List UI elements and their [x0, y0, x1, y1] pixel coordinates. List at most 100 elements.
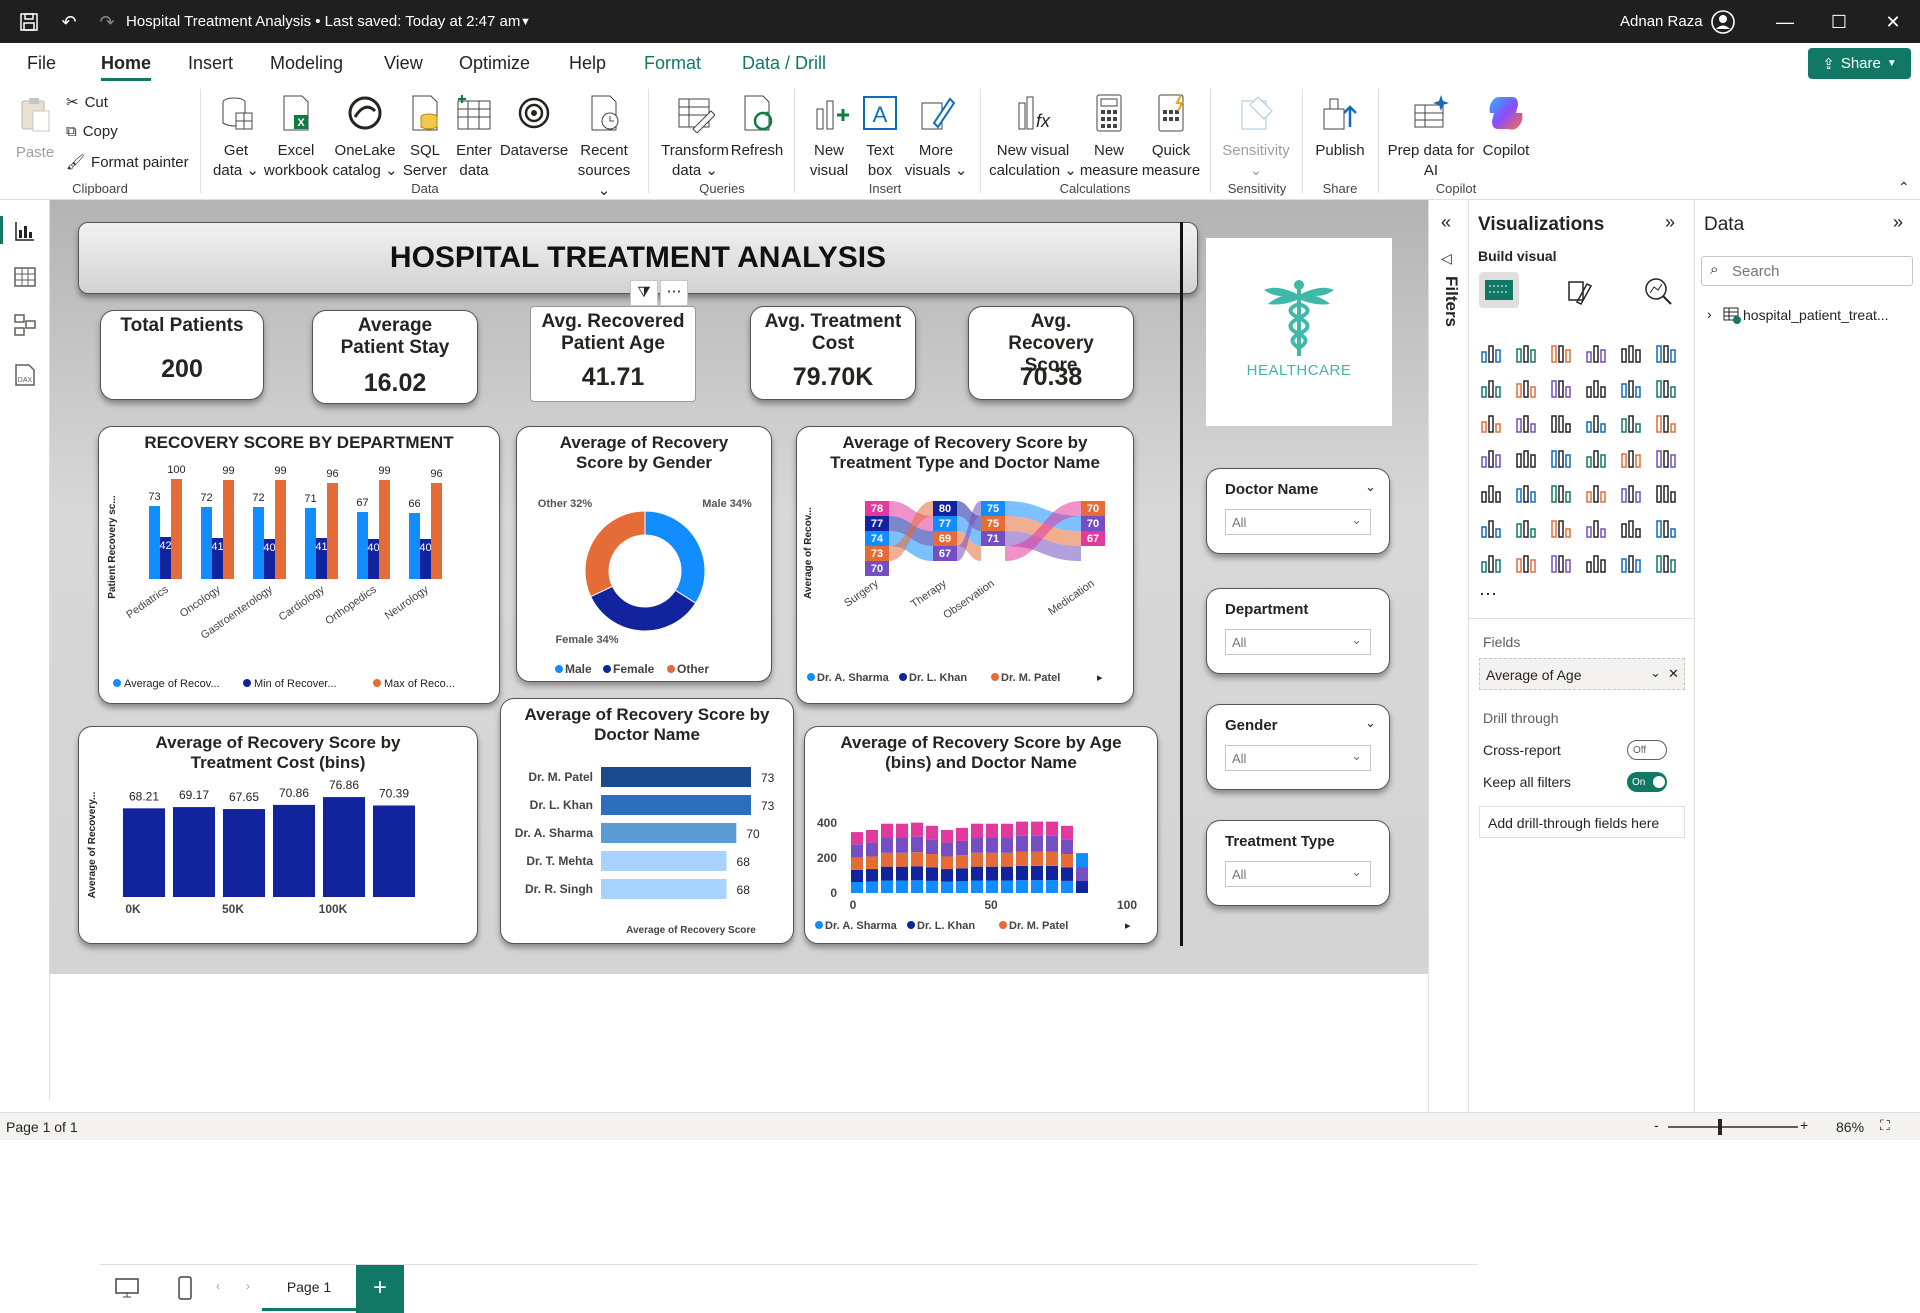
onelake-catalog-button[interactable]: OneLake catalog ⌄ [332, 93, 398, 181]
excel-workbook-button[interactable]: X Excel workbook [262, 93, 330, 181]
new-visual-calculation-button[interactable]: fx New visual calculation ⌄ [988, 93, 1078, 181]
visual-type-icon[interactable] [1549, 445, 1573, 469]
visual-type-icon[interactable] [1584, 410, 1608, 434]
kpi-average-patient-stay[interactable]: Average Patient Stay 16.02 [312, 310, 478, 404]
visual-type-icon[interactable] [1479, 515, 1503, 539]
format-painter-button[interactable]: 🖌 Format painter [66, 153, 189, 172]
publish-button[interactable]: Publish [1310, 93, 1370, 161]
chart-recovery-by-gender[interactable]: Average of Recovery Score by Gender Male… [516, 426, 772, 682]
menu-data-drill[interactable]: Data / Drill [742, 53, 826, 74]
visual-type-icon[interactable] [1479, 375, 1503, 399]
report-view-icon[interactable] [12, 218, 38, 244]
table-node[interactable]: › hospital_patient_treat... [1703, 304, 1917, 328]
zoom-slider[interactable] [1668, 1126, 1798, 1128]
menu-insert[interactable]: Insert [188, 53, 233, 74]
format-visual-icon[interactable] [1563, 276, 1593, 306]
menu-home[interactable]: Home [101, 53, 151, 74]
visual-type-icon[interactable] [1584, 550, 1608, 574]
visual-type-icon[interactable] [1654, 480, 1678, 504]
visual-type-icon[interactable] [1479, 480, 1503, 504]
dax-query-view-icon[interactable]: DAX [12, 362, 38, 388]
more-visuals-icon[interactable]: ⋯ [1479, 584, 1499, 605]
add-page-button[interactable]: + [356, 1265, 404, 1313]
visual-type-icon[interactable] [1514, 375, 1538, 399]
quick-measure-button[interactable]: Quick measure [1140, 93, 1202, 181]
share-button[interactable]: ⇪ Share ▼ [1808, 48, 1911, 79]
page-tab-1[interactable]: Page 1 [262, 1265, 356, 1311]
collapse-ribbon-icon[interactable]: ⌃ [1898, 179, 1910, 196]
search-input[interactable] [1732, 260, 1902, 282]
chart-recovery-by-doctor[interactable]: Average of Recovery Score by Doctor Name… [500, 698, 794, 944]
kpi-avg-recovered-patient-age[interactable]: Avg. Recovered Patient Age 41.71 [530, 306, 696, 402]
analytics-icon[interactable] [1643, 276, 1673, 306]
visual-type-icon[interactable] [1549, 515, 1573, 539]
text-box-button[interactable]: A Text box [856, 93, 904, 181]
slicer-department[interactable]: Department All ⌄ [1206, 588, 1390, 674]
visual-type-icon[interactable] [1654, 515, 1678, 539]
visual-type-icon[interactable] [1654, 445, 1678, 469]
kpi-avg-treatment-cost[interactable]: Avg. Treatment Cost 79.70K [750, 306, 916, 400]
refresh-button[interactable]: Refresh [730, 93, 784, 161]
maximize-icon[interactable]: ☐ [1826, 9, 1852, 35]
visual-type-icon[interactable] [1549, 375, 1573, 399]
visual-type-icon[interactable] [1549, 480, 1573, 504]
slicer-doctor-name[interactable]: Doctor Name ⌄ All ⌄ [1206, 468, 1390, 554]
dataverse-button[interactable]: Dataverse [498, 93, 570, 161]
remove-field-icon[interactable]: ✕ [1668, 666, 1679, 682]
chart-recovery-by-treatment-cost[interactable]: Average of Recovery Score by Treatment C… [78, 726, 478, 944]
visual-type-icon[interactable] [1549, 340, 1573, 364]
more-options-icon[interactable]: ⋯ [660, 280, 688, 306]
paste-button[interactable]: Paste [12, 95, 58, 163]
visual-type-icon[interactable] [1514, 550, 1538, 574]
visual-type-icon[interactable] [1619, 340, 1643, 364]
visual-type-icon[interactable] [1514, 480, 1538, 504]
transform-data-button[interactable]: Transform data ⌄ [658, 93, 732, 181]
fit-to-page-icon[interactable]: ⛶ [1880, 1117, 1890, 1134]
visual-type-icon[interactable] [1514, 410, 1538, 434]
cross-report-toggle[interactable]: Off [1627, 740, 1667, 760]
menu-optimize[interactable]: Optimize [459, 53, 530, 74]
save-icon[interactable] [16, 9, 42, 35]
desktop-layout-icon[interactable] [114, 1277, 140, 1299]
slicer-dropdown[interactable]: All ⌄ [1225, 861, 1371, 887]
slicer-dropdown[interactable]: All ⌄ [1225, 745, 1371, 771]
chart-recovery-by-department[interactable]: RECOVERY SCORE BY DEPARTMENT Patient Rec… [98, 426, 500, 704]
menu-view[interactable]: View [384, 53, 423, 74]
slicer-dropdown[interactable]: All ⌄ [1225, 509, 1371, 535]
visual-type-icon[interactable] [1584, 480, 1608, 504]
copy-button[interactable]: ⧉ Copy [66, 123, 118, 140]
visual-type-icon[interactable] [1619, 550, 1643, 574]
visual-type-icon[interactable] [1479, 550, 1503, 574]
visual-type-icon[interactable] [1619, 445, 1643, 469]
visual-type-icon[interactable] [1619, 515, 1643, 539]
keep-all-filters-toggle[interactable]: On [1627, 772, 1667, 792]
visual-type-icon[interactable] [1479, 340, 1503, 364]
visual-type-icon[interactable] [1584, 515, 1608, 539]
visual-type-icon[interactable] [1479, 410, 1503, 434]
title-dropdown-icon[interactable]: ▼ [520, 16, 531, 28]
visual-type-icon[interactable] [1619, 375, 1643, 399]
visual-type-icon[interactable] [1514, 340, 1538, 364]
chart-recovery-by-age-and-doctor[interactable]: Average of Recovery Score by Age (bins) … [804, 726, 1158, 944]
visual-type-icon[interactable] [1654, 550, 1678, 574]
visual-type-icon[interactable] [1479, 445, 1503, 469]
recent-sources-button[interactable]: Recent sources ⌄ [570, 93, 638, 201]
visual-type-icon[interactable] [1584, 340, 1608, 364]
chevron-down-icon[interactable]: ⌄ [1365, 715, 1376, 731]
avatar[interactable] [1710, 9, 1736, 35]
add-drill-through-well[interactable]: Add drill-through fields here [1479, 806, 1685, 838]
new-measure-button[interactable]: New measure [1078, 93, 1140, 181]
visual-type-icon[interactable] [1584, 375, 1608, 399]
visual-type-icon[interactable] [1549, 550, 1573, 574]
redo-icon[interactable]: ↷ [94, 9, 120, 35]
chevron-down-icon[interactable]: ⌄ [1650, 665, 1661, 681]
menu-help[interactable]: Help [569, 53, 606, 74]
get-data-button[interactable]: Get data ⌄ [208, 93, 264, 181]
next-page-icon[interactable]: › [246, 1279, 250, 1293]
undo-icon[interactable]: ↶ [56, 9, 82, 35]
visual-type-icon[interactable] [1654, 375, 1678, 399]
more-visuals-button[interactable]: More visuals ⌄ [904, 93, 968, 181]
menu-file[interactable]: File [27, 53, 56, 74]
sensitivity-button[interactable]: Sensitivity ⌄ [1216, 93, 1296, 181]
visual-type-icon[interactable] [1654, 340, 1678, 364]
